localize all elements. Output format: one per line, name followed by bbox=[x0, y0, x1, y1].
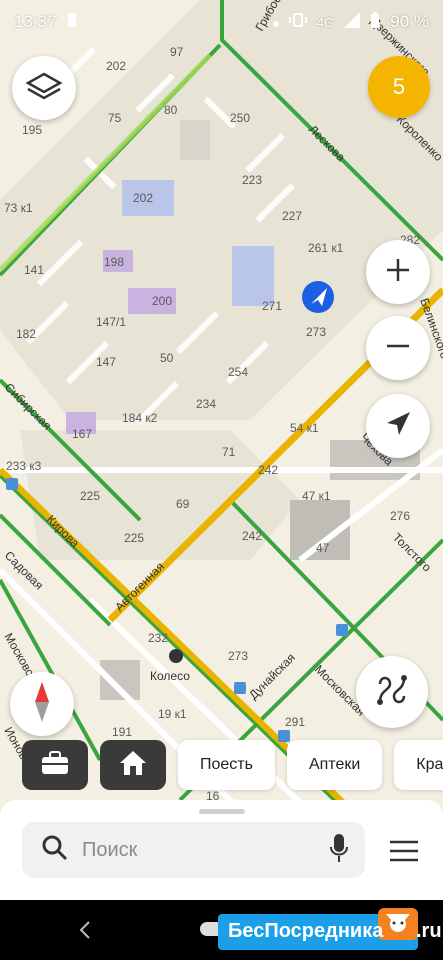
house-number: 19 к1 bbox=[158, 707, 187, 721]
vibrate-icon bbox=[288, 12, 307, 33]
status-time: 13:37 bbox=[14, 12, 57, 31]
poi-label: Колесо bbox=[150, 669, 190, 683]
house-number: 69 bbox=[176, 497, 190, 511]
zoom-out-button[interactable] bbox=[366, 316, 430, 380]
chip-eat[interactable]: Поесть bbox=[178, 740, 275, 790]
house-number: 191 bbox=[112, 725, 132, 739]
sheet-drag-handle[interactable] bbox=[199, 809, 245, 814]
house-number: 234 bbox=[196, 397, 216, 411]
house-number: 261 к1 bbox=[308, 241, 344, 255]
battery-icon bbox=[370, 11, 380, 33]
notification-count: 5 bbox=[392, 74, 406, 99]
menu-icon[interactable] bbox=[389, 840, 419, 867]
home-chip[interactable] bbox=[100, 740, 166, 790]
watermark-suffix: .ru bbox=[416, 920, 442, 942]
house-number: 47 к1 bbox=[302, 489, 331, 503]
chip-more[interactable]: Кра bbox=[394, 740, 443, 790]
briefcase-icon bbox=[40, 750, 70, 781]
house-number: 147 bbox=[96, 355, 116, 369]
navigation-arrow-icon bbox=[383, 409, 413, 444]
house-number: 75 bbox=[108, 111, 122, 125]
compass-button[interactable] bbox=[10, 672, 74, 736]
house-number: 223 bbox=[242, 173, 262, 187]
route-icon bbox=[372, 670, 412, 715]
house-number: 273 bbox=[306, 325, 326, 339]
layers-button[interactable] bbox=[12, 56, 76, 120]
house-number: 225 bbox=[80, 489, 100, 503]
minus-icon bbox=[384, 332, 412, 365]
house-number: 71 bbox=[222, 445, 236, 459]
plus-icon bbox=[384, 256, 412, 289]
house-number: 195 bbox=[22, 123, 42, 137]
house-number: 202 bbox=[133, 191, 153, 205]
bottom-sheet: Поиск bbox=[0, 800, 443, 900]
search-input[interactable]: Поиск bbox=[82, 839, 329, 862]
back-icon[interactable] bbox=[78, 920, 92, 945]
watermark-text: БесПосредника bbox=[228, 920, 384, 942]
house-number: 73 к1 bbox=[4, 201, 33, 215]
house-number: 54 к1 bbox=[290, 421, 319, 435]
home-icon bbox=[118, 749, 148, 782]
search-icon bbox=[42, 835, 68, 866]
house-number: 184 к2 bbox=[122, 411, 158, 425]
house-number: 80 bbox=[164, 103, 178, 117]
house-number: 182 bbox=[16, 327, 36, 341]
house-number: 273 bbox=[228, 649, 248, 663]
house-number: 271 bbox=[262, 299, 282, 313]
house-number: 254 bbox=[228, 365, 248, 379]
house-number: 202 bbox=[106, 59, 126, 73]
category-chips: Поесть Аптеки Кра bbox=[22, 740, 443, 790]
house-number: 47 bbox=[316, 541, 330, 555]
house-number: 50 bbox=[160, 351, 174, 365]
my-location-button[interactable] bbox=[366, 394, 430, 458]
house-number: 291 bbox=[285, 715, 305, 729]
house-number: 233 к3 bbox=[6, 459, 42, 473]
zoom-in-button[interactable] bbox=[366, 240, 430, 304]
house-number: 242 bbox=[258, 463, 278, 477]
signal-icon bbox=[344, 11, 361, 33]
work-chip[interactable] bbox=[22, 740, 88, 790]
sim-card-icon bbox=[67, 12, 77, 33]
microphone-icon[interactable] bbox=[329, 833, 349, 868]
house-number: 250 bbox=[230, 111, 250, 125]
notification-dot-icon bbox=[272, 12, 279, 32]
house-number: 242 bbox=[242, 529, 262, 543]
house-number: 147/1 bbox=[96, 315, 126, 329]
house-number: 232 bbox=[148, 631, 168, 645]
routes-button[interactable] bbox=[356, 656, 428, 728]
search-bar[interactable]: Поиск bbox=[22, 822, 365, 878]
chip-pharmacies[interactable]: Аптеки bbox=[286, 740, 383, 790]
network-type: 4G bbox=[316, 14, 335, 30]
layers-icon bbox=[24, 66, 64, 111]
user-location-marker bbox=[302, 281, 334, 313]
house-number: 198 bbox=[104, 255, 124, 269]
house-number: 225 bbox=[124, 531, 144, 545]
house-number: 227 bbox=[282, 209, 302, 223]
notification-count-badge[interactable]: 5 bbox=[368, 56, 430, 118]
house-number: 276 bbox=[390, 509, 410, 523]
watermark-logo: БесПосредника .ru bbox=[218, 908, 443, 954]
house-number: 167 bbox=[72, 427, 92, 441]
house-number: 141 bbox=[24, 263, 44, 277]
compass-icon bbox=[27, 680, 57, 729]
house-number: 200 bbox=[152, 294, 172, 308]
battery-percentage: 90 % bbox=[390, 12, 429, 31]
house-number: 97 bbox=[170, 45, 184, 59]
status-bar: 13:37 4G 90 % bbox=[0, 0, 443, 44]
